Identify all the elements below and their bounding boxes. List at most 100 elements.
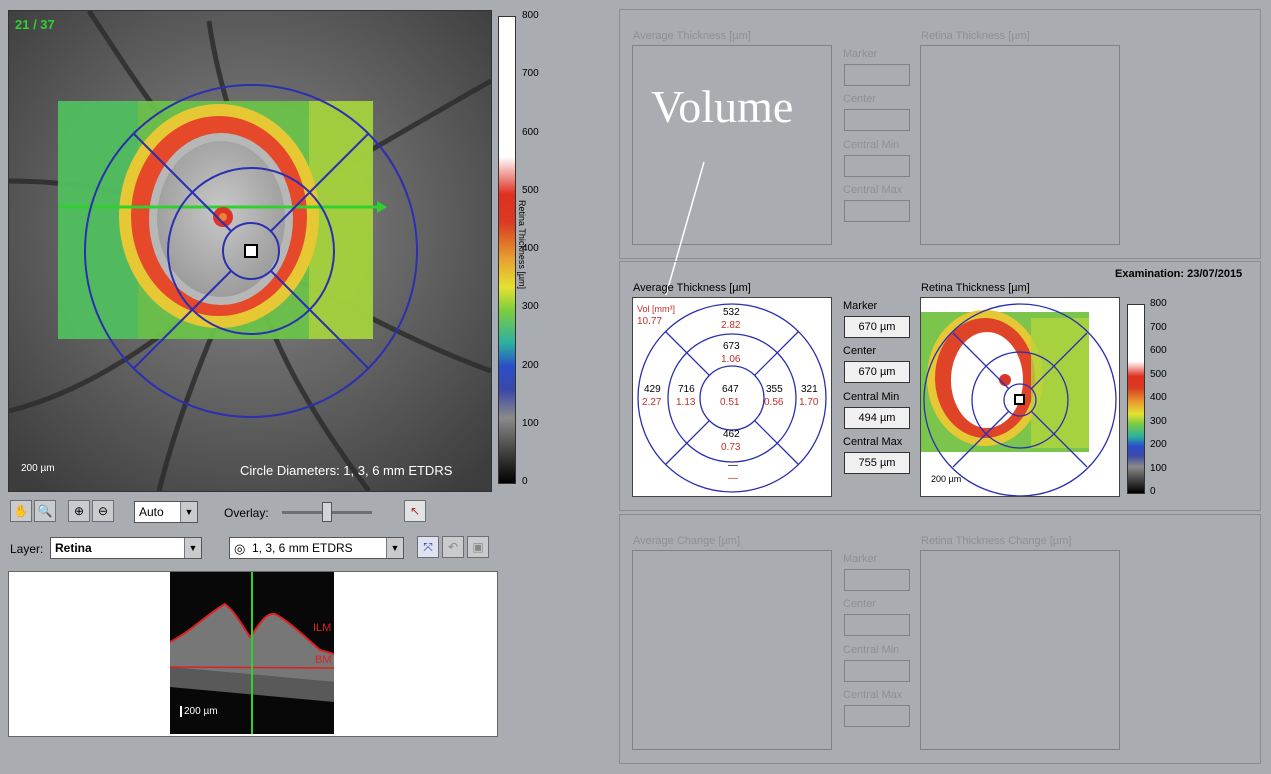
nasal-outer-volume: 1.70 <box>799 397 819 408</box>
inferior-outer-thickness: — <box>728 460 738 471</box>
temporal-inner-volume: 1.13 <box>676 397 696 408</box>
nasal-outer-thickness: 321 <box>801 384 818 395</box>
change-center-label: Center <box>843 598 877 610</box>
target-circles-icon: ◎ <box>234 541 246 556</box>
circle-diameter-caption: Circle Diameters: 1, 3, 6 mm ETDRS <box>240 463 453 478</box>
mini-scale-tick: 800 <box>1150 298 1167 309</box>
grid-type-value: 1, 3, 6 mm ETDRS <box>252 541 353 555</box>
superior-outer-volume: 2.82 <box>721 320 741 331</box>
color-scale-tick: 500 <box>522 184 539 196</box>
ilm-label: ILM <box>313 622 332 634</box>
color-scale-tick: 700 <box>522 68 539 80</box>
center-volume: 0.51 <box>720 397 740 408</box>
mini-scale-tick: 200 <box>1150 439 1167 450</box>
mini-scale-tick: 700 <box>1150 321 1167 333</box>
baseline-marker-label: Marker <box>843 48 878 60</box>
marker-label: Marker <box>843 300 878 312</box>
etdrs-chart[interactable]: Vol [mm³] 10.77 532 2.82 673 1.06 429 2.… <box>632 297 832 497</box>
central-max-label: Central Max <box>843 436 903 448</box>
fundus-graphics <box>9 11 491 491</box>
change-central-min-label: Central Min <box>843 644 900 656</box>
inferior-inner-volume: 0.73 <box>721 442 741 453</box>
layer-label: Layer: <box>10 542 44 556</box>
pan-hand-icon[interactable]: ✋ <box>10 500 32 522</box>
grid-type-select[interactable]: ◎ 1, 3, 6 mm ETDRS ▼ <box>229 537 404 559</box>
change-center-field <box>844 614 910 636</box>
color-scale-tick: 800 <box>522 10 539 21</box>
cursor-tool-icon[interactable]: ↖ <box>404 500 426 522</box>
color-scale-tick: 300 <box>522 301 539 313</box>
inferior-outer-volume: — <box>728 473 738 484</box>
temporal-outer-volume: 2.27 <box>642 397 662 408</box>
current-avg-label: Average Thickness [µm] <box>633 282 751 294</box>
mini-scale-tick: 0 <box>1150 486 1156 497</box>
baseline-retina-box <box>920 45 1120 245</box>
temporal-outer-thickness: 429 <box>644 384 661 395</box>
layer-value: Retina <box>55 541 92 555</box>
baseline-center-field <box>844 109 910 131</box>
layer-select[interactable]: Retina ▼ <box>50 537 202 559</box>
examination-date: Examination: 23/07/2015 <box>1115 268 1243 280</box>
baseline-central-max-field <box>844 200 910 222</box>
mini-map-scalebar: 200 µm <box>931 474 962 484</box>
color-scale-tick: 600 <box>522 126 539 138</box>
zoom-out-icon[interactable]: ⊖ <box>92 500 114 522</box>
magnifier-icon[interactable]: 🔍 <box>34 500 56 522</box>
superior-outer-thickness: 532 <box>723 307 740 318</box>
superior-inner-volume: 1.06 <box>721 354 741 365</box>
superior-inner-thickness: 673 <box>723 341 740 352</box>
current-retina-label: Retina Thickness [µm] <box>921 282 1030 294</box>
undo-icon[interactable]: ↶ <box>442 536 464 558</box>
change-central-min-field <box>844 660 910 682</box>
mini-scale-tick: 400 <box>1150 392 1167 403</box>
retina-map-graphics <box>921 303 1117 496</box>
center-value: 670 µm <box>844 361 910 383</box>
color-scale-tick: 100 <box>522 417 539 429</box>
overlay-slider-thumb[interactable] <box>322 502 332 522</box>
central-max-value: 755 µm <box>844 452 910 474</box>
bscan-image[interactable]: ILM BM 200 µm <box>170 572 334 734</box>
change-retina-label: Retina Thickness Change [µm] <box>921 535 1072 547</box>
mini-scale-tick: 100 <box>1150 462 1167 474</box>
baseline-center-label: Center <box>843 93 877 105</box>
change-retina-box <box>920 550 1120 750</box>
central-min-value: 494 µm <box>844 407 910 429</box>
change-avg-box <box>632 550 832 750</box>
slice-counter: 21 / 37 <box>15 17 55 32</box>
color-scale-title: Retina Thickness [µm] <box>517 200 527 290</box>
color-scale-tick: 200 <box>522 359 539 371</box>
volume-total-label: Vol [mm³] <box>637 304 676 314</box>
inferior-inner-thickness: 462 <box>723 429 740 440</box>
center-thickness: 647 <box>722 384 739 395</box>
baseline-central-min-label: Central Min <box>843 139 900 151</box>
bscan-scalebar: 200 µm <box>180 706 218 717</box>
central-min-label: Central Min <box>843 391 900 403</box>
change-central-max-label: Central Max <box>843 689 903 701</box>
chevron-down-icon: ▼ <box>184 538 201 558</box>
zoom-in-icon[interactable]: ⊕ <box>68 500 90 522</box>
fundus-image[interactable]: 21 / 37 200 µm Circle Diameters: 1, 3, 6… <box>8 10 492 492</box>
volume-annotation: Volume <box>651 81 794 132</box>
zoom-mode-value: Auto <box>139 505 164 519</box>
baseline-central-min-field <box>844 155 910 177</box>
baseline-avg-label: Average Thickness [µm] <box>633 30 751 42</box>
zoom-mode-select[interactable]: Auto ▼ <box>134 501 198 523</box>
overlay-label: Overlay: <box>224 506 269 520</box>
mini-scale-tick: 300 <box>1150 415 1167 427</box>
baseline-marker-field <box>844 64 910 86</box>
mini-color-scale <box>1127 304 1145 494</box>
nasal-inner-volume: 0.56 <box>764 397 784 408</box>
volume-total-value: 10.77 <box>637 316 663 327</box>
retina-thickness-map[interactable]: 200 µm <box>920 297 1120 497</box>
thickness-color-scale <box>498 16 516 484</box>
change-marker-label: Marker <box>843 553 878 565</box>
nasal-inner-thickness: 355 <box>766 384 783 395</box>
center-grid-icon[interactable]: ⤧ <box>417 536 439 558</box>
temporal-inner-thickness: 716 <box>678 384 695 395</box>
fundus-scalebar: 200 µm <box>21 463 55 474</box>
change-central-max-field <box>844 705 910 727</box>
color-scale-tick: 0 <box>522 476 528 487</box>
chevron-down-icon: ▼ <box>386 538 403 558</box>
mini-scale-tick: 500 <box>1150 368 1167 380</box>
save-icon[interactable]: ▣ <box>467 536 489 558</box>
